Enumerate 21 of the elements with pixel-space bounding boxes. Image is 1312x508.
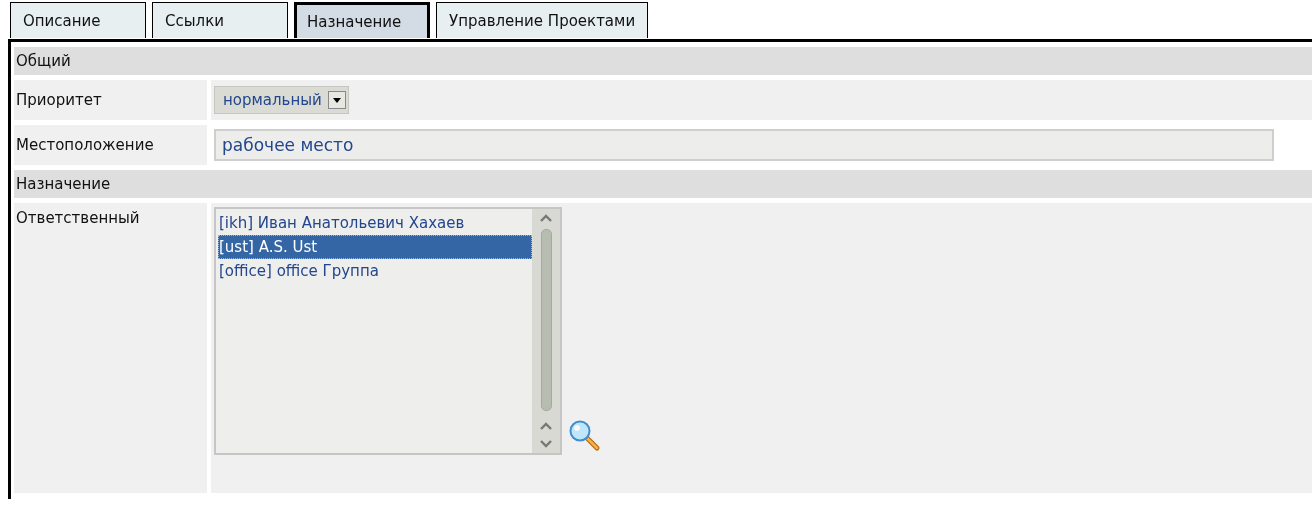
section-header: Назначение <box>14 170 1312 198</box>
assignee-listbox[interactable]: [ikh] Иван Анатольевич Хахаев [ust] A.S. Ust [office] office Группа <box>214 207 562 455</box>
caret-icon <box>332 97 341 103</box>
field-label: Приоритет <box>14 80 207 120</box>
scroll-down-icon[interactable] <box>539 439 553 449</box>
location-field[interactable]: рабочее место <box>214 129 1274 161</box>
tab[interactable]: Управление Проектами <box>436 2 649 38</box>
priority-dropdown[interactable]: нормальный <box>214 86 349 114</box>
field-label: Местоположение <box>14 125 207 165</box>
field-label: Ответственный <box>14 203 207 493</box>
list-option[interactable]: [ikh] Иван Анатольевич Хахаев <box>218 211 532 235</box>
list-option[interactable]: [office] office Группа <box>218 259 532 283</box>
scroll-up-icon[interactable] <box>539 213 553 223</box>
list-option[interactable]: [ust] A.S. Ust <box>218 235 532 259</box>
section-header: Общий <box>14 47 1312 75</box>
tab[interactable]: Ссылки <box>152 2 288 38</box>
tab[interactable]: Назначение <box>294 2 430 38</box>
scrollbar-thumb[interactable] <box>540 229 552 411</box>
search-icon[interactable] <box>568 420 602 452</box>
scroll-up-icon[interactable] <box>539 421 553 431</box>
tab[interactable]: Описание <box>10 2 146 38</box>
